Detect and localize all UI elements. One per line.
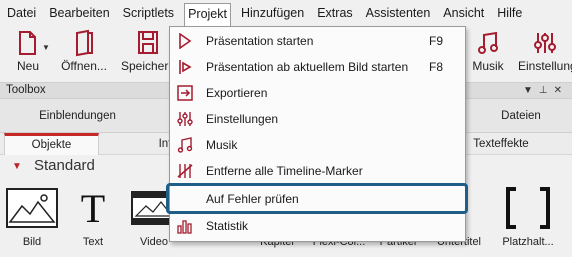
menu-item-timeline-marker[interactable]: Entferne alle Timeline-Marker [170, 158, 465, 184]
toolbox-title: Toolbox [6, 84, 46, 96]
menu-extras[interactable]: Extras [314, 3, 355, 24]
menu-hinzufuegen[interactable]: Hinzufügen [238, 3, 307, 24]
menu-datei[interactable]: Datei [4, 3, 39, 24]
item-label: Text [82, 236, 104, 248]
new-button[interactable]: Neu ▼ [6, 29, 50, 73]
menu-hilfe[interactable]: Hilfe [494, 3, 525, 24]
menu-item-einstellungen[interactable]: Einstellungen [170, 106, 465, 132]
menu-item-musik[interactable]: Musik [170, 132, 465, 158]
menu-item-label: Exportieren [206, 86, 268, 100]
shortcut-label: F9 [429, 34, 444, 48]
shortcut-label: F8 [429, 60, 444, 74]
menu-item-exportieren[interactable]: Exportieren [170, 80, 465, 106]
menu-bar: Datei Bearbeiten Scriptlets Projekt Hinz… [0, 0, 572, 27]
placeholder-brackets-icon [506, 187, 550, 229]
tab-texteffekte[interactable]: Texteffekte [466, 133, 536, 155]
item-bild[interactable]: Bild [2, 186, 62, 248]
text-t-icon: T [80, 185, 106, 231]
item-label: Platzhalt... [502, 236, 554, 248]
new-file-icon [19, 31, 36, 55]
highlight-frame [166, 183, 468, 214]
settings-button[interactable]: Einstellungen [518, 29, 572, 73]
tab-objekte[interactable]: Objekte [4, 133, 99, 155]
tab-einblendungen[interactable]: Einblendungen [0, 99, 155, 133]
play-icon [170, 33, 200, 49]
open-button[interactable]: Öffnen... [58, 29, 110, 73]
menu-item-label: Präsentation starten [206, 34, 314, 48]
play-from-current-icon [170, 59, 200, 75]
menu-assistenten[interactable]: Assistenten [363, 3, 434, 24]
save-disk-icon [138, 31, 158, 54]
open-label: Öffnen... [61, 59, 107, 73]
dropdown-arrow-icon[interactable]: ▼ [523, 85, 539, 96]
music-icon [170, 137, 200, 153]
settings-sliders-icon [170, 111, 200, 127]
panel-controls: ▼⊥✕ [523, 83, 568, 98]
new-label: Neu [16, 59, 39, 73]
music-button[interactable]: Musik [468, 29, 508, 73]
menu-bearbeiten[interactable]: Bearbeiten [46, 3, 112, 24]
chevron-down-icon[interactable]: ▼ [42, 43, 50, 52]
save-label: Speichern [120, 59, 176, 73]
settings-label: Einstellungen [518, 59, 572, 73]
menu-item-label: Präsentation ab aktuellem Bild starten [206, 60, 409, 74]
collapse-arrow-icon[interactable]: ▼ [12, 161, 22, 172]
menu-item-label: Musik [206, 138, 238, 152]
pin-icon[interactable]: ⊥ [539, 85, 554, 96]
item-label: Bild [22, 236, 42, 248]
save-button[interactable]: Speichern [120, 29, 176, 73]
menu-item-praesentation-starten[interactable]: Präsentation starten F9 [170, 28, 465, 54]
tab-dateien[interactable]: Dateien [470, 99, 572, 133]
remove-markers-icon [170, 163, 200, 179]
section-label: Standard [34, 157, 95, 174]
music-label: Musik [472, 59, 504, 73]
item-platzhalter[interactable]: Platzhalt... [492, 186, 564, 248]
image-icon [6, 188, 58, 228]
open-folder-icon [76, 29, 93, 57]
menu-item-statistik[interactable]: Statistik [170, 213, 465, 239]
item-text[interactable]: T Text [63, 185, 123, 249]
close-icon[interactable]: ✕ [554, 85, 568, 96]
menu-item-label: Statistik [206, 219, 249, 233]
menu-item-label: Einstellungen [206, 112, 279, 126]
settings-sliders-icon [534, 33, 556, 53]
menu-item-praesentation-ab-bild[interactable]: Präsentation ab aktuellem Bild starten F… [170, 54, 465, 80]
menu-item-label: Entferne alle Timeline-Marker [206, 164, 363, 178]
statistics-icon [170, 218, 200, 234]
music-note-icon [478, 31, 498, 54]
menu-scriptlets[interactable]: Scriptlets [120, 3, 177, 24]
menu-ansicht[interactable]: Ansicht [440, 3, 487, 24]
export-icon [170, 85, 200, 101]
menu-projekt[interactable]: Projekt [184, 3, 231, 27]
